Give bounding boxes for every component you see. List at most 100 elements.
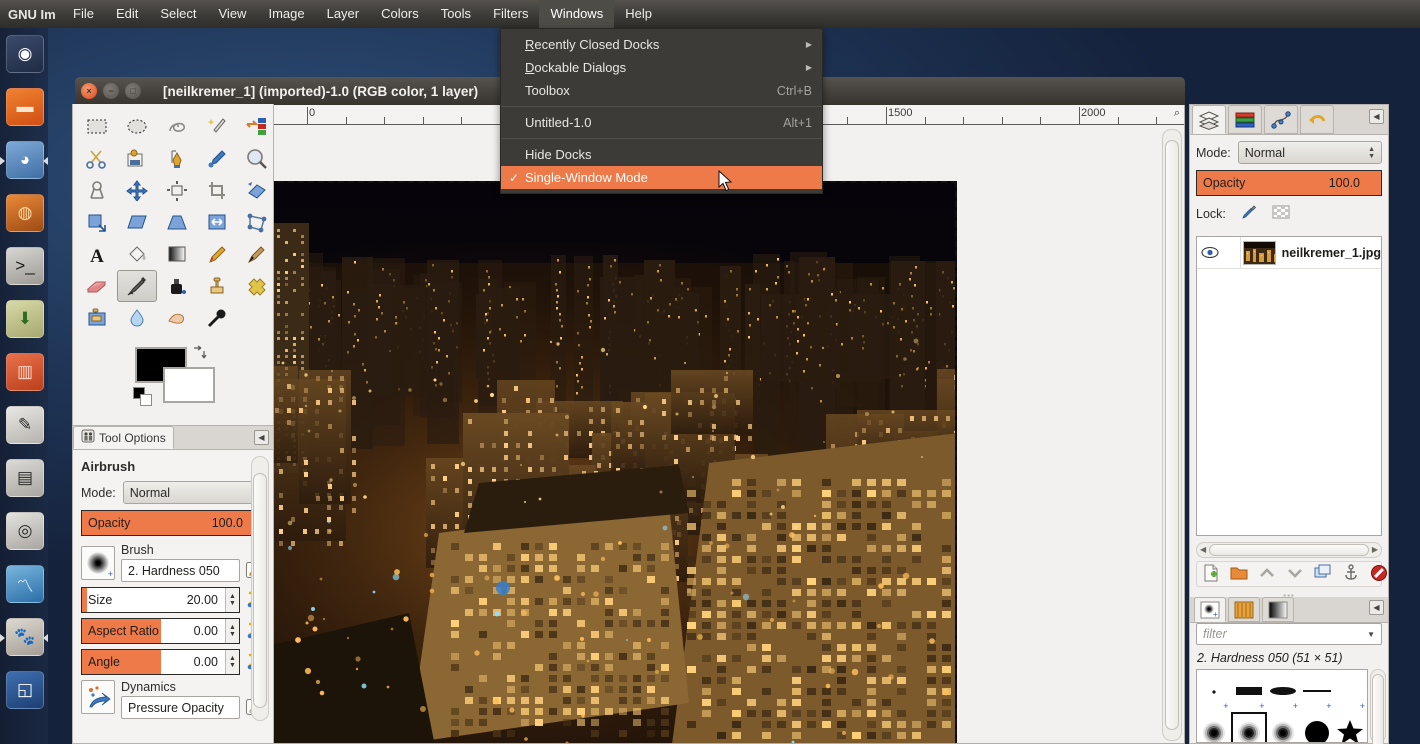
- slider-stepper[interactable]: ▲▼: [225, 588, 239, 612]
- fuzzy-select-tool[interactable]: [197, 110, 237, 142]
- zoom-icon[interactable]: ⌕: [1174, 107, 1180, 120]
- raise-layer-button[interactable]: [1258, 564, 1276, 585]
- menu-file[interactable]: File: [62, 0, 105, 28]
- brushes-dock-menu-button[interactable]: ◀: [1369, 600, 1384, 615]
- menu-help[interactable]: Help: [614, 0, 663, 28]
- table-row[interactable]: neilkremer_1.jpg: [1197, 237, 1381, 269]
- move-tool[interactable]: [117, 174, 157, 206]
- text-tool[interactable]: A: [77, 238, 117, 270]
- perspective-clone-tool[interactable]: [77, 302, 117, 334]
- launcher-item-5[interactable]: ⬇: [0, 297, 48, 345]
- launcher-item-10[interactable]: 〽: [0, 562, 48, 610]
- mode-select[interactable]: Normal ▲▼: [123, 481, 265, 504]
- flip-tool[interactable]: [197, 206, 237, 238]
- patterns-tab[interactable]: [1228, 597, 1260, 622]
- cage-transform-tool[interactable]: [237, 206, 277, 238]
- anchor-layer-button[interactable]: [1342, 564, 1360, 585]
- brush-cell-7[interactable]: +: [1267, 712, 1301, 743]
- menu-item-recently-closed-docks[interactable]: Recently Closed Docks▶: [501, 33, 822, 56]
- brush-cell-2[interactable]: +: [1267, 670, 1301, 712]
- brushes-grid[interactable]: ++++++++++++++++++++++++++++++: [1196, 669, 1368, 743]
- menu-windows[interactable]: Windows: [539, 0, 614, 28]
- scroll-left-icon[interactable]: ◀: [1200, 545, 1206, 554]
- trash-icon[interactable]: ▥: [6, 353, 44, 391]
- chevron-down-icon[interactable]: ▼: [1367, 630, 1375, 639]
- files-icon[interactable]: ▬: [6, 88, 44, 126]
- color-picker-tool[interactable]: [197, 142, 237, 174]
- maximize-window-button[interactable]: □: [125, 83, 141, 99]
- pencil-tool[interactable]: [197, 238, 237, 270]
- menu-item-toolbox[interactable]: ToolboxCtrl+B: [501, 79, 822, 102]
- menu-item-untitled-1-0[interactable]: Untitled-1.0Alt+1: [501, 111, 822, 134]
- menu-item-hide-docks[interactable]: Hide Docks: [501, 143, 822, 166]
- menu-item-single-window-mode[interactable]: ✓Single-Window Mode: [501, 166, 822, 189]
- duplicate-layer-button[interactable]: [1314, 564, 1332, 585]
- gradient-tool[interactable]: [157, 238, 197, 270]
- swap-colors-icon[interactable]: [191, 345, 207, 361]
- layer-link-cell[interactable]: [1222, 237, 1241, 269]
- lock-alpha-icon[interactable]: [1272, 203, 1290, 224]
- menu-view[interactable]: View: [208, 0, 258, 28]
- launcher-item-7[interactable]: ✎: [0, 403, 48, 451]
- dynamics-preview[interactable]: [81, 680, 115, 714]
- menu-image[interactable]: Image: [257, 0, 315, 28]
- brush-cell-1[interactable]: +: [1231, 670, 1267, 712]
- brush-cell-8[interactable]: +: [1300, 712, 1334, 743]
- workspace-switcher-icon[interactable]: ◱: [6, 671, 44, 709]
- delete-layer-button[interactable]: [1370, 564, 1388, 585]
- background-color-swatch[interactable]: [163, 367, 215, 403]
- menu-edit[interactable]: Edit: [105, 0, 149, 28]
- launcher-item-1[interactable]: ▬: [0, 85, 48, 133]
- system-monitor-icon[interactable]: 〽: [6, 565, 44, 603]
- undo-history-tab[interactable]: [1300, 105, 1334, 134]
- launcher-item-12[interactable]: ◱: [0, 668, 48, 716]
- tab-tool-options[interactable]: Tool Options: [73, 426, 174, 449]
- launcher-item-11[interactable]: 🐾: [0, 615, 48, 663]
- layer-opacity-slider[interactable]: Opacity 100.0 ▲▼: [1196, 170, 1382, 196]
- opacity-slider[interactable]: Opacity 100.0 ▲▼: [81, 510, 265, 536]
- paths-tool[interactable]: [157, 142, 197, 174]
- slider-stepper[interactable]: ▲▼: [225, 650, 239, 674]
- layer-mode-select[interactable]: Normal ▲▼: [1238, 141, 1382, 164]
- menu-filters[interactable]: Filters: [482, 0, 539, 28]
- scrollbar-thumb[interactable]: [253, 473, 267, 708]
- angle-slider[interactable]: Angle0.00▲▼: [81, 649, 240, 675]
- launcher-item-9[interactable]: ◎: [0, 509, 48, 557]
- paintbrush-tool[interactable]: [237, 238, 277, 270]
- launcher-item-0[interactable]: ◉: [0, 32, 48, 80]
- default-colors-icon[interactable]: [133, 387, 152, 406]
- channels-tab[interactable]: [1228, 105, 1262, 134]
- alignment-tool[interactable]: [157, 174, 197, 206]
- brush-cell-5[interactable]: +: [1197, 712, 1231, 743]
- scroll-right-icon[interactable]: ▶: [1372, 545, 1378, 554]
- rotate-tool[interactable]: [237, 174, 277, 206]
- layers-horizontal-scrollbar[interactable]: ◀ ▶: [1196, 542, 1382, 558]
- software-updater-icon[interactable]: ⬇: [6, 300, 44, 338]
- layers-dock-menu-button[interactable]: ◀: [1369, 109, 1384, 124]
- crop-tool[interactable]: [197, 174, 237, 206]
- launcher-item-3[interactable]: ◍: [0, 191, 48, 239]
- scale-tool[interactable]: [77, 206, 117, 238]
- brush-cell-6[interactable]: +: [1231, 712, 1267, 743]
- launcher-item-4[interactable]: >_: [0, 244, 48, 292]
- gimp-icon[interactable]: 🐾: [6, 618, 44, 656]
- canvas-vertical-scrollbar[interactable]: [1162, 129, 1182, 741]
- blur-sharpen-tool[interactable]: [117, 302, 157, 334]
- menu-item-dockable-dialogs[interactable]: Dockable Dialogs▶: [501, 56, 822, 79]
- foreground-select-tool[interactable]: [117, 142, 157, 174]
- dynamics-field[interactable]: Pressure Opacity: [121, 696, 240, 719]
- size-slider[interactable]: Size20.00▲▼: [81, 587, 240, 613]
- menu-colors[interactable]: Colors: [370, 0, 430, 28]
- eraser-tool[interactable]: [77, 270, 117, 302]
- scissors-select-tool[interactable]: [77, 142, 117, 174]
- heal-tool[interactable]: [237, 270, 277, 302]
- layers-list[interactable]: neilkremer_1.jpg: [1196, 236, 1382, 536]
- lower-layer-button[interactable]: [1286, 564, 1304, 585]
- windows-menu-popup[interactable]: Recently Closed Docks▶Dockable Dialogs▶T…: [500, 28, 823, 194]
- scanner-icon[interactable]: ▤: [6, 459, 44, 497]
- menu-select[interactable]: Select: [149, 0, 207, 28]
- ink-tool[interactable]: [157, 270, 197, 302]
- rect-select-tool[interactable]: [77, 110, 117, 142]
- brush-cell-4[interactable]: +: [1334, 670, 1368, 712]
- new-layer-group-button[interactable]: [1230, 564, 1248, 585]
